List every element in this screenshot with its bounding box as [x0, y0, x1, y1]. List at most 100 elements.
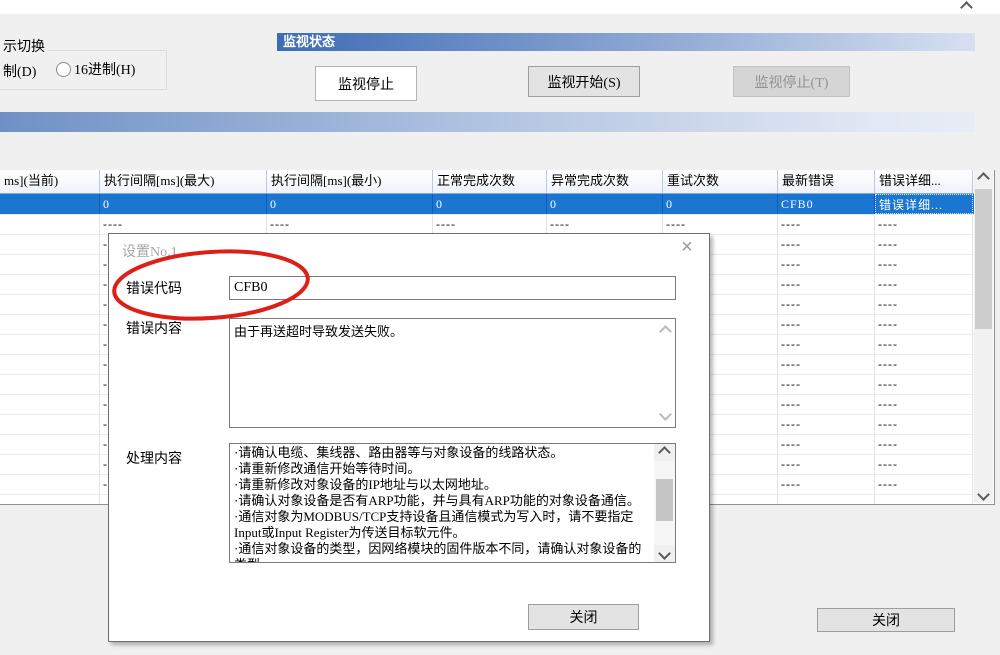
- table-cell: ----: [875, 355, 973, 374]
- table-cell: 0: [267, 194, 433, 214]
- table-cell: ----: [778, 495, 875, 505]
- app-window: 示切换 制(D) 16进制(H) 监视状态 监视停止 监视开始(S) 监视停止(…: [0, 0, 1000, 655]
- table-cell: ----: [778, 415, 875, 434]
- column-header[interactable]: 最新错误: [778, 170, 875, 193]
- window-close-button[interactable]: 关闭: [817, 608, 955, 632]
- collapse-chevron-icon[interactable]: [960, 1, 973, 14]
- dialog-title: 设置No.1: [122, 241, 178, 261]
- chevron-down-icon: [658, 547, 671, 560]
- table-cell: 0: [100, 194, 267, 214]
- table-cell: ----: [778, 435, 875, 454]
- table-cell: 0: [547, 194, 663, 214]
- table-cell: ----: [778, 275, 875, 294]
- table-vertical-scrollbar[interactable]: [974, 170, 993, 503]
- table-row[interactable]: --------------------------------: [0, 215, 974, 235]
- table-cell: ----: [875, 375, 973, 394]
- chevron-down-icon[interactable]: [659, 408, 672, 421]
- error-content-label: 错误内容: [126, 318, 182, 338]
- table-cell: ----: [267, 215, 433, 234]
- action-textarea-scrollbar[interactable]: [654, 444, 675, 562]
- action-item-text: ·请重新修改对象设备的IP地址与以太网地址。: [234, 477, 651, 493]
- table-cell: ----: [0, 215, 100, 234]
- table-cell: ----: [0, 415, 100, 434]
- scroll-down-button[interactable]: [974, 486, 993, 503]
- table-cell: ----: [778, 315, 875, 334]
- error-content-text: 由于再送超时导致发送失败。: [234, 324, 403, 339]
- scroll-down-button[interactable]: [654, 545, 675, 562]
- table-cell: ----: [875, 495, 973, 505]
- column-header[interactable]: 正常完成次数: [433, 170, 547, 193]
- chevron-up-icon: [658, 446, 671, 459]
- table-cell: ----: [0, 275, 100, 294]
- chevron-down-icon: [977, 488, 990, 501]
- column-header[interactable]: 执行间隔[ms](最小): [267, 170, 433, 193]
- scrollbar-thumb[interactable]: [975, 189, 992, 329]
- monitor-stop-button[interactable]: 监视停止(T): [733, 66, 850, 97]
- table-cell: ----: [433, 215, 547, 234]
- table-cell: ----: [0, 495, 100, 505]
- action-item-text: ·通信对象为MODBUS/TCP支持设备且通信模式为写入时，请不要指定Input…: [234, 509, 651, 541]
- top-strip: [0, 0, 1000, 14]
- action-item-text: ·请确认电缆、集线器、路由器等与对象设备的线路状态。: [234, 445, 651, 461]
- table-cell: ----: [875, 275, 973, 294]
- action-content-textarea[interactable]: ·请确认电缆、集线器、路由器等与对象设备的线路状态。·请重新修改通信开始等待时间…: [229, 443, 676, 563]
- scroll-up-button[interactable]: [654, 444, 675, 461]
- table-cell: ----: [0, 295, 100, 314]
- column-header[interactable]: 异常完成次数: [547, 170, 663, 193]
- table-cell: ----: [0, 355, 100, 374]
- table-header-row: ms](当前)执行间隔[ms](最大)执行间隔[ms](最小)正常完成次数异常完…: [0, 170, 974, 194]
- column-header[interactable]: ms](当前): [0, 170, 100, 193]
- chevron-up-icon[interactable]: [659, 325, 672, 338]
- column-header[interactable]: 重试次数: [663, 170, 778, 193]
- error-code-field[interactable]: CFB0: [229, 276, 676, 300]
- column-header[interactable]: 错误详细...: [875, 170, 973, 193]
- table-cell: 0: [0, 194, 100, 214]
- table-cell: ----: [778, 295, 875, 314]
- radio-circle-icon[interactable]: [56, 62, 71, 77]
- table-cell: ----: [875, 255, 973, 274]
- action-item-text: ·通信对象设备的类型，因网络模块的固件版本不同，请确认对象设备的类型。: [234, 541, 651, 563]
- radio-hex[interactable]: 16进制(H): [56, 59, 135, 79]
- column-header[interactable]: 执行间隔[ms](最大): [100, 170, 267, 193]
- action-item-text: ·请确认对象设备是否有ARP功能，并与具有ARP功能的对象设备通信。: [234, 493, 651, 509]
- table-cell: ----: [875, 335, 973, 354]
- table-cell: ----: [547, 215, 663, 234]
- table-cell: ----: [778, 455, 875, 474]
- table-cell: ----: [0, 375, 100, 394]
- dialog-close-button[interactable]: 关闭: [528, 604, 639, 630]
- table-cell: 0: [433, 194, 547, 214]
- table-cell: ----: [875, 315, 973, 334]
- table-cell: ----: [778, 395, 875, 414]
- error-content-textarea[interactable]: 由于再送超时导致发送失败。: [229, 318, 676, 428]
- table-cell: ----: [778, 235, 875, 254]
- table-cell: ----: [778, 375, 875, 394]
- setting-dialog: 设置No.1 × 错误代码 CFB0 错误内容 由于再送超时导致发送失败。 处理…: [108, 233, 710, 642]
- table-cell: 0: [663, 194, 778, 214]
- table-cell: ----: [0, 395, 100, 414]
- error-code-label: 错误代码: [126, 278, 182, 298]
- display-switch-label: 示切换: [0, 36, 48, 56]
- scroll-up-button[interactable]: [974, 170, 993, 187]
- table-cell: ----: [778, 355, 875, 374]
- table-row-selected[interactable]: 000000CFB0错误详细...: [0, 194, 974, 215]
- table-cell: ----: [0, 475, 100, 494]
- table-cell: ----: [0, 455, 100, 474]
- table-cell: ----: [0, 235, 100, 254]
- table-cell: ----: [778, 335, 875, 354]
- scrollbar-thumb[interactable]: [656, 479, 673, 521]
- table-cell: ----: [875, 215, 973, 234]
- table-cell: ----: [875, 295, 973, 314]
- monitor-status-header: 监视状态: [277, 33, 975, 51]
- table-cell: ----: [875, 435, 973, 454]
- monitor-start-button[interactable]: 监视开始(S): [528, 66, 640, 97]
- table-cell: ----: [778, 475, 875, 494]
- table-cell: ----: [875, 415, 973, 434]
- radio-decimal[interactable]: 制(D): [3, 61, 36, 81]
- table-cell: CFB0: [778, 194, 875, 214]
- table-cell: ----: [875, 475, 973, 494]
- dialog-close-icon[interactable]: ×: [675, 236, 699, 259]
- table-cell: ----: [663, 215, 778, 234]
- radio-decimal-label: 制(D): [3, 65, 36, 80]
- table-cell: ----: [0, 335, 100, 354]
- chevron-up-icon: [977, 172, 990, 185]
